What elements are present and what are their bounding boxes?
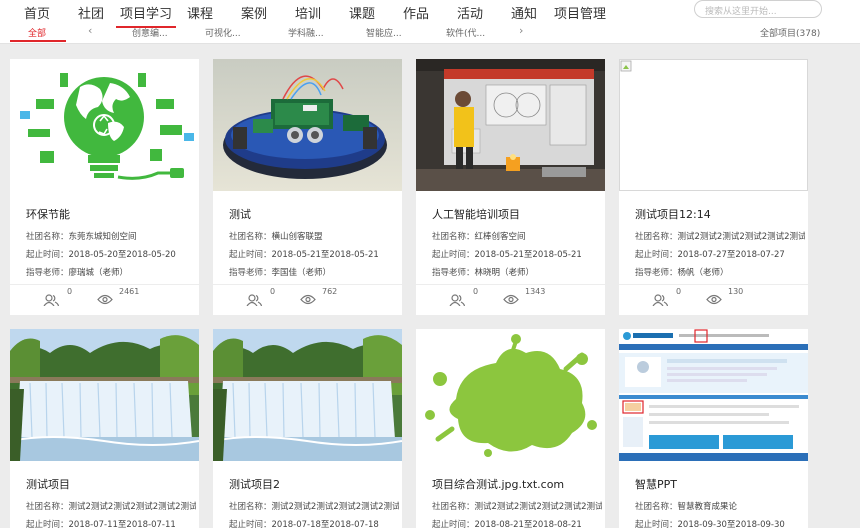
project-thumbnail[interactable] — [213, 59, 402, 191]
date-range: 起止时间：2018-07-11至2018-07-11 — [26, 520, 176, 528]
classroom-presenter-image — [416, 59, 605, 191]
project-title[interactable]: 环保节能 — [26, 206, 191, 222]
project-title[interactable]: 测试项目12:14 — [635, 206, 800, 222]
project-card[interactable]: 测试项目 社团名称：测试2测试2测试2测试2测试2测试2 起止时间：2018-0… — [10, 329, 199, 528]
views-eye-icon — [503, 294, 519, 305]
nav-clubs[interactable]: 社团 — [78, 3, 104, 22]
date-range: 起止时间：2018-08-21至2018-08-21 — [432, 520, 582, 528]
project-title[interactable]: 智慧PPT — [635, 476, 800, 492]
nav-activities[interactable]: 活动 — [457, 3, 483, 22]
project-card[interactable]: 测试项目12:14 社团名称：测试2测试2测试2测试2测试2测试2 起止时间：2… — [619, 59, 808, 315]
teacher-name: 指导老师：杨帆（老师） — [635, 268, 729, 278]
nav-courses[interactable]: 课程 — [187, 3, 213, 22]
project-card[interactable]: 人工智能培训项目 社团名称：红棒创客空间 起止时间：2018-05-21至201… — [416, 59, 605, 315]
members-count: 0 — [270, 287, 276, 296]
project-card[interactable]: 测试 社团名称：横山创客联盟 起止时间：2018-05-21至2018-05-2… — [213, 59, 402, 315]
project-thumbnail[interactable] — [416, 329, 605, 461]
search-input[interactable]: 搜索从这里开始... — [694, 0, 822, 18]
members-count: 0 — [473, 287, 479, 296]
chevron-right-icon[interactable]: › — [519, 24, 523, 37]
webpage-screenshot-image — [619, 329, 808, 461]
project-thumbnail[interactable] — [619, 329, 808, 461]
views-eye-icon — [706, 294, 722, 305]
teacher-name: 指导老师：廖瑞城（老师） — [26, 268, 129, 278]
date-range: 起止时间：2018-09-30至2018-09-30 — [635, 520, 785, 528]
tab-software[interactable]: 软件(代... — [446, 26, 485, 39]
views-eye-icon — [97, 294, 113, 305]
project-thumbnail[interactable] — [213, 329, 402, 461]
views-count: 762 — [322, 287, 338, 296]
project-title[interactable]: 人工智能培训项目 — [432, 206, 597, 222]
views-count: 1343 — [525, 287, 546, 296]
eco-bulb-image — [10, 59, 199, 191]
nav-training[interactable]: 培训 — [295, 3, 321, 22]
members-icon — [652, 294, 668, 306]
card-stats: 0 1343 — [416, 284, 605, 314]
club-name: 社团名称：测试2测试2测试2测试2测试2测试2 — [26, 502, 196, 512]
nav-project-learning[interactable]: 项目学习 — [115, 3, 177, 28]
club-name: 社团名称：测试2测试2测试2测试2测试2测试2 — [229, 502, 399, 512]
waterfall-image — [10, 329, 199, 461]
tab-subject-fusion[interactable]: 学科融... — [288, 26, 324, 39]
club-name: 社团名称：智慧教育成果论 — [635, 502, 738, 512]
date-range: 起止时间：2018-05-20至2018-05-20 — [26, 250, 176, 260]
views-eye-icon — [300, 294, 316, 305]
project-thumbnail[interactable] — [416, 59, 605, 191]
tab-visual[interactable]: 可视化... — [205, 26, 241, 39]
tab-creative-programming[interactable]: 创意编... — [132, 26, 168, 39]
tab-smart-application[interactable]: 智能应... — [366, 26, 402, 39]
members-icon — [246, 294, 262, 306]
robot-car-image — [213, 59, 402, 191]
date-range: 起止时间：2018-07-18至2018-07-18 — [229, 520, 379, 528]
nav-notices[interactable]: 通知 — [511, 3, 537, 22]
total-projects-count: 全部项目(378) — [760, 29, 821, 39]
project-thumbnail[interactable] — [10, 59, 199, 191]
project-card[interactable]: 项目综合测试.jpg.txt.com 社团名称：测试2测试2测试2测试2测试2测… — [416, 329, 605, 528]
club-name: 社团名称：东莞东城知创空间 — [26, 232, 137, 242]
chevron-left-icon[interactable]: ‹ — [88, 24, 92, 37]
waterfall-image — [213, 329, 402, 461]
teacher-name: 指导老师：李国佳（老师） — [229, 268, 332, 278]
club-name: 社团名称：测试2测试2测试2测试2测试2测试2 — [432, 502, 602, 512]
card-stats: 0 762 — [213, 284, 402, 314]
nav-works[interactable]: 作品 — [403, 3, 429, 22]
nav-topics[interactable]: 课题 — [349, 3, 375, 22]
project-card[interactable]: 环保节能 社团名称：东莞东城知创空间 起止时间：2018-05-20至2018-… — [10, 59, 199, 315]
date-range: 起止时间：2018-05-21至2018-05-21 — [432, 250, 582, 260]
nav-home[interactable]: 首页 — [24, 3, 50, 22]
club-name: 社团名称：红棒创客空间 — [432, 232, 526, 242]
tab-all[interactable]: 全部 — [28, 26, 46, 39]
members-icon — [449, 294, 465, 306]
green-splash-image — [416, 329, 605, 461]
top-navigation-bar: 首页 社团 项目学习 课程 案例 培训 课题 作品 活动 通知 项目管理 搜索从… — [0, 0, 860, 44]
card-stats: 0 130 — [619, 284, 808, 314]
nav-project-management[interactable]: 项目管理 — [554, 3, 606, 22]
date-range: 起止时间：2018-07-27至2018-07-27 — [635, 250, 785, 260]
project-card[interactable]: 智慧PPT 社团名称：智慧教育成果论 起止时间：2018-09-30至2018-… — [619, 329, 808, 528]
project-title[interactable]: 测试项目 — [26, 476, 191, 492]
project-card[interactable]: 测试项目2 社团名称：测试2测试2测试2测试2测试2测试2 起止时间：2018-… — [213, 329, 402, 528]
club-name: 社团名称：横山创客联盟 — [229, 232, 323, 242]
project-title[interactable]: 测试 — [229, 206, 394, 222]
teacher-name: 指导老师：林晓明（老师） — [432, 268, 535, 278]
members-icon — [43, 294, 59, 306]
card-stats: 0 2461 — [10, 284, 199, 314]
club-name: 社团名称：测试2测试2测试2测试2测试2测试2 — [635, 232, 805, 242]
views-count: 130 — [728, 287, 744, 296]
project-title[interactable]: 项目综合测试.jpg.txt.com — [432, 476, 597, 492]
members-count: 0 — [67, 287, 73, 296]
date-range: 起止时间：2018-05-21至2018-05-21 — [229, 250, 379, 260]
views-count: 2461 — [119, 287, 140, 296]
project-thumbnail[interactable] — [619, 59, 808, 191]
nav-cases[interactable]: 案例 — [241, 3, 267, 22]
broken-image-icon — [619, 59, 808, 191]
category-tabs: 全部 ‹ 创意编... 可视化... 学科融... 智能应... 软件(代...… — [0, 24, 860, 43]
project-title[interactable]: 测试项目2 — [229, 476, 394, 492]
members-count: 0 — [676, 287, 682, 296]
project-thumbnail[interactable] — [10, 329, 199, 461]
active-tab-underline — [10, 40, 66, 42]
